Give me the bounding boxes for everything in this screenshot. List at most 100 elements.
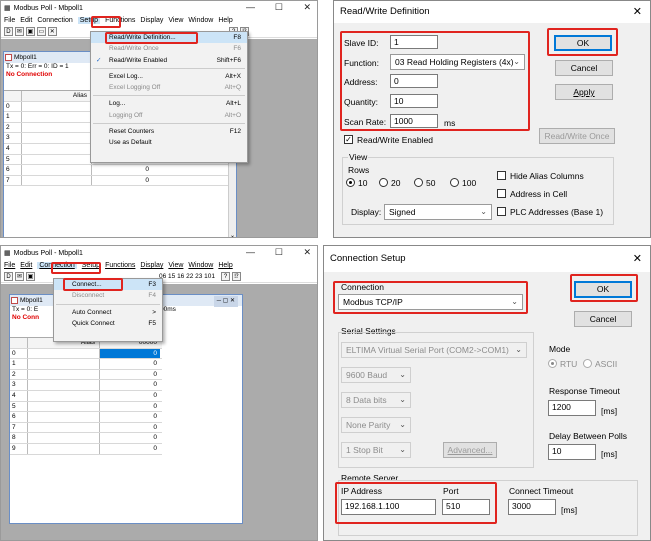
maximize-button[interactable]: ☐: [275, 2, 283, 13]
menu-edit[interactable]: Edit: [20, 17, 32, 24]
delete-icon[interactable]: ✕: [47, 27, 57, 36]
menu-file[interactable]: File: [4, 262, 15, 269]
menu-item-rw-enabled[interactable]: ✓ Read/Write Enabled Shift+F6: [91, 55, 247, 66]
menu-functions[interactable]: Functions: [105, 262, 135, 269]
minimize-button[interactable]: —: [246, 2, 255, 12]
view-group-label: View: [348, 152, 369, 162]
menu-item-reset-counters[interactable]: Reset Counters F12: [91, 126, 247, 137]
table-row[interactable]: 50: [10, 401, 162, 413]
menu-bar: File Edit Connection Setup Functions Dis…: [1, 260, 317, 271]
chevron-down-icon[interactable]: ⌄: [230, 232, 235, 237]
setup-menu: Read/Write Definition... F8 Read/Write On…: [90, 31, 248, 163]
table-row[interactable]: 90: [10, 443, 162, 455]
delay-input[interactable]: 10: [548, 444, 596, 460]
open-icon[interactable]: ✉: [14, 27, 24, 36]
menu-help[interactable]: Help: [218, 262, 232, 269]
menu-connection[interactable]: Connection: [37, 17, 72, 24]
rtu-radio[interactable]: [548, 359, 557, 368]
close-icon[interactable]: ✕: [633, 5, 642, 18]
rows-10-radio[interactable]: [346, 178, 355, 187]
title-bar: ▦ Modbus Poll - Mbpoll1 — ☐ ✕: [1, 246, 317, 260]
menu-bar: File Edit Connection Setup Functions Dis…: [1, 15, 317, 26]
menu-item-logging-off[interactable]: Logging Off Alt+O: [91, 110, 247, 121]
child-window-controls[interactable]: ─ ▢ ✕: [213, 296, 238, 307]
display-select[interactable]: Signed ⌄: [384, 204, 492, 220]
serial-port-select[interactable]: ELTIMA Virtual Serial Port (COM2->COM1) ⌄: [341, 342, 527, 358]
menu-file[interactable]: File: [4, 17, 15, 24]
chevron-right-icon: >: [152, 308, 156, 316]
menu-item-excel-log[interactable]: Excel Log... Alt+X: [91, 71, 247, 82]
new-icon[interactable]: D: [4, 27, 13, 36]
menu-item-disconnect[interactable]: Disconnect F4: [54, 290, 162, 301]
ascii-radio[interactable]: [583, 359, 592, 368]
close-button[interactable]: ✕: [303, 247, 311, 258]
rows-100-radio[interactable]: [450, 178, 459, 187]
table-row[interactable]: 00: [10, 348, 162, 360]
data-bits-select[interactable]: 8 Data bits ⌄: [341, 392, 411, 408]
menu-view[interactable]: View: [168, 262, 183, 269]
rows-50-radio[interactable]: [414, 178, 423, 187]
print-icon[interactable]: ▭: [36, 27, 46, 36]
table-row[interactable]: 60: [10, 412, 162, 423]
function-code-buttons[interactable]: 06 15 16 22 23 101: [159, 273, 215, 280]
table-row[interactable]: 60: [4, 165, 230, 176]
table-row[interactable]: 70: [10, 422, 162, 434]
parity-select[interactable]: None Parity ⌄: [341, 417, 411, 433]
menu-window[interactable]: Window: [188, 17, 213, 24]
cancel-button[interactable]: Cancel: [574, 311, 632, 327]
table-row[interactable]: 10: [10, 359, 162, 370]
connect-timeout-label: Connect Timeout: [509, 486, 574, 496]
menu-display[interactable]: Display: [140, 17, 163, 24]
open-icon[interactable]: ✉: [15, 272, 24, 281]
close-button[interactable]: ✕: [303, 2, 311, 13]
menu-view[interactable]: View: [168, 17, 183, 24]
menu-display[interactable]: Display: [140, 262, 163, 269]
table-row[interactable]: 80: [10, 433, 162, 444]
cancel-button[interactable]: Cancel: [555, 60, 613, 76]
table-row[interactable]: 40: [10, 390, 162, 402]
table-row[interactable]: 70: [4, 175, 230, 187]
context-help-icon[interactable]: ⁉: [232, 272, 242, 281]
save-icon[interactable]: ▣: [26, 272, 35, 281]
rows-label: Rows: [348, 165, 370, 175]
connect-timeout-input[interactable]: 3000: [508, 499, 556, 515]
plc-addresses-checkbox[interactable]: [497, 207, 506, 216]
menu-window[interactable]: Window: [188, 262, 213, 269]
stop-bit-select[interactable]: 1 Stop Bit ⌄: [341, 442, 411, 458]
menu-item-log[interactable]: Log... Alt+L: [91, 98, 247, 109]
baud-select[interactable]: 9600 Baud ⌄: [341, 367, 411, 383]
menu-item-auto-connect[interactable]: Auto Connect >: [54, 307, 162, 318]
rw-enabled-label: Read/Write Enabled: [357, 135, 433, 145]
window-title: Modbus Poll - Mbpoll1: [13, 4, 83, 12]
hide-alias-checkbox[interactable]: [497, 171, 506, 180]
minimize-button[interactable]: —: [246, 247, 255, 257]
display-label: Display:: [351, 207, 382, 217]
rows-20-radio[interactable]: [379, 178, 388, 187]
highlight-connect-item: [63, 278, 123, 291]
menu-edit[interactable]: Edit: [20, 262, 32, 269]
save-icon[interactable]: ▣: [25, 27, 35, 36]
menu-item-quick-connect[interactable]: Quick Connect F5: [54, 318, 162, 329]
maximize-button[interactable]: ☐: [275, 247, 283, 258]
vertical-scrollbar[interactable]: ⌄: [228, 152, 236, 237]
highlight-connection-menu: [51, 262, 101, 274]
app-icon: ▦: [4, 250, 11, 257]
menu-item-use-as-default[interactable]: Use as Default: [91, 137, 247, 148]
response-timeout-input[interactable]: 1200: [548, 400, 596, 416]
new-icon[interactable]: D: [4, 272, 13, 281]
rw-once-button[interactable]: Read/Write Once: [539, 128, 615, 144]
table-row[interactable]: 20: [10, 369, 162, 381]
highlight-rw-definition: [105, 32, 198, 44]
selected-cell[interactable]: 0: [100, 348, 160, 359]
advanced-button[interactable]: Advanced...: [443, 442, 497, 458]
menu-help[interactable]: Help: [218, 17, 232, 24]
apply-button[interactable]: Apply: [555, 84, 613, 100]
close-icon[interactable]: ✕: [633, 252, 642, 265]
address-in-cell-checkbox[interactable]: [497, 189, 506, 198]
menu-item-rw-once[interactable]: Read/Write Once F6: [91, 43, 247, 54]
help-icon[interactable]: ?: [221, 272, 231, 281]
table-row[interactable]: 30: [10, 380, 162, 391]
connection-setup-dialog: Connection Setup ✕ Connection Modbus TCP…: [323, 245, 651, 541]
rw-enabled-checkbox[interactable]: ✓: [344, 135, 353, 144]
menu-item-excel-logging-off[interactable]: Excel Logging Off Alt+Q: [91, 82, 247, 93]
